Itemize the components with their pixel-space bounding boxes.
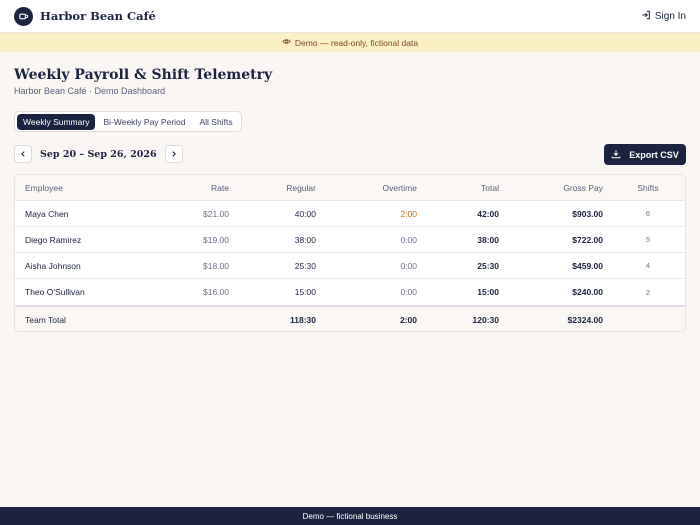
tab-all-shifts[interactable]: All Shifts xyxy=(194,114,239,130)
column-header-regular[interactable]: Regular xyxy=(286,175,316,200)
overtime-hours: 0:00 xyxy=(400,260,417,271)
tab-bi-weekly-pay-period[interactable]: Bi-Weekly Pay Period xyxy=(97,114,191,130)
column-header-employee[interactable]: Employee xyxy=(25,175,63,200)
week-navigator: Sep 20 – Sep 26, 2026 xyxy=(14,145,183,163)
column-header-rate[interactable]: Rate xyxy=(211,175,229,200)
overtime-hours: 0:00 xyxy=(400,234,417,245)
coffee-cup-icon xyxy=(14,6,33,26)
eye-icon xyxy=(282,37,291,48)
gross-pay: $722.00 xyxy=(572,234,603,245)
sign-in-button[interactable]: Sign In xyxy=(641,10,686,23)
table-row[interactable]: Diego Ramirez $19.00 38:00 0:00 38:00 $7… xyxy=(15,227,685,253)
gross-pay: $240.00 xyxy=(572,287,603,297)
shift-count: 6 xyxy=(645,209,651,218)
gross-pay: $903.00 xyxy=(572,208,603,219)
footer-text: Demo — fictional business xyxy=(302,511,398,521)
total-hours: 38:00 xyxy=(477,234,499,245)
rate-value: $21.00 xyxy=(203,208,229,219)
download-icon xyxy=(611,149,621,161)
payroll-table: Employee Rate Regular Overtime Total Gro… xyxy=(14,174,686,332)
view-tabs: Weekly Summary Bi-Weekly Pay Period All … xyxy=(14,111,242,132)
page-title: Weekly Payroll & Shift Telemetry xyxy=(14,67,273,83)
table-row[interactable]: Theo O'Sullivan $16.00 15:00 0:00 15:00 … xyxy=(15,279,685,305)
brand[interactable]: Harbor Bean Café xyxy=(14,6,156,26)
team-total-hours: 120:30 xyxy=(472,315,499,325)
employee-name: Diego Ramirez xyxy=(25,234,82,245)
next-week-button[interactable] xyxy=(164,145,183,163)
shift-count: 4 xyxy=(645,261,651,270)
export-csv-label: Export CSV xyxy=(629,149,679,160)
overtime-hours: 0:00 xyxy=(400,287,417,297)
total-hours: 42:00 xyxy=(477,208,499,219)
regular-hours: 38:00 xyxy=(294,234,316,245)
rate-value: $19.00 xyxy=(203,234,229,245)
tab-weekly-summary[interactable]: Weekly Summary xyxy=(17,113,96,130)
sign-in-label: Sign In xyxy=(654,10,686,22)
chevron-left-icon xyxy=(19,145,27,163)
employee-name: Theo O'Sullivan xyxy=(25,287,85,297)
team-total-gross-pay: $2324.00 xyxy=(567,315,603,325)
employee-name: Maya Chen xyxy=(25,208,69,219)
regular-hours: 25:30 xyxy=(294,260,316,271)
top-bar: Harbor Bean Café Sign In xyxy=(0,0,700,33)
team-total-overtime: 2:00 xyxy=(399,315,417,325)
table-row[interactable]: Aisha Johnson $18.00 25:30 0:00 25:30 $4… xyxy=(15,253,685,279)
column-header-overtime[interactable]: Overtime xyxy=(383,175,417,200)
demo-banner: Demo — read-only, fictional data xyxy=(0,33,700,52)
total-hours: 25:30 xyxy=(477,260,499,271)
previous-week-button[interactable] xyxy=(14,145,32,163)
team-total-regular: 118:30 xyxy=(290,315,316,325)
shift-count: 2 xyxy=(645,287,651,297)
brand-name: Harbor Bean Café xyxy=(40,9,156,23)
export-csv-button[interactable]: Export CSV xyxy=(604,144,686,165)
column-header-total[interactable]: Total xyxy=(481,175,499,200)
gross-pay: $459.00 xyxy=(572,260,603,271)
demo-banner-text: Demo — read-only, fictional data xyxy=(294,37,419,48)
shift-count: 5 xyxy=(645,235,651,244)
overtime-hours: 2:00 xyxy=(400,208,417,219)
rate-value: $18.00 xyxy=(203,260,229,271)
team-total-row: Team Total 118:30 2:00 120:30 $2324.00 xyxy=(15,305,685,331)
week-range-label: Sep 20 – Sep 26, 2026 xyxy=(40,148,157,160)
employee-name: Aisha Johnson xyxy=(25,260,81,271)
regular-hours: 40:00 xyxy=(294,208,316,219)
table-header-row: Employee Rate Regular Overtime Total Gro… xyxy=(15,175,685,201)
column-header-gross-pay[interactable]: Gross Pay xyxy=(563,175,603,200)
footer-bar: Demo — fictional business xyxy=(0,507,700,525)
chevron-right-icon xyxy=(170,145,178,163)
sign-in-icon xyxy=(641,10,651,23)
column-header-shifts[interactable]: Shifts xyxy=(633,175,663,200)
team-total-label: Team Total xyxy=(25,315,66,325)
total-hours: 15:00 xyxy=(477,287,499,297)
regular-hours: 15:00 xyxy=(294,287,316,297)
rate-value: $16.00 xyxy=(203,287,229,297)
page-subtitle: Harbor Bean Café · Demo Dashboard xyxy=(14,86,166,96)
table-row[interactable]: Maya Chen $21.00 40:00 2:00 42:00 $903.0… xyxy=(15,201,685,227)
